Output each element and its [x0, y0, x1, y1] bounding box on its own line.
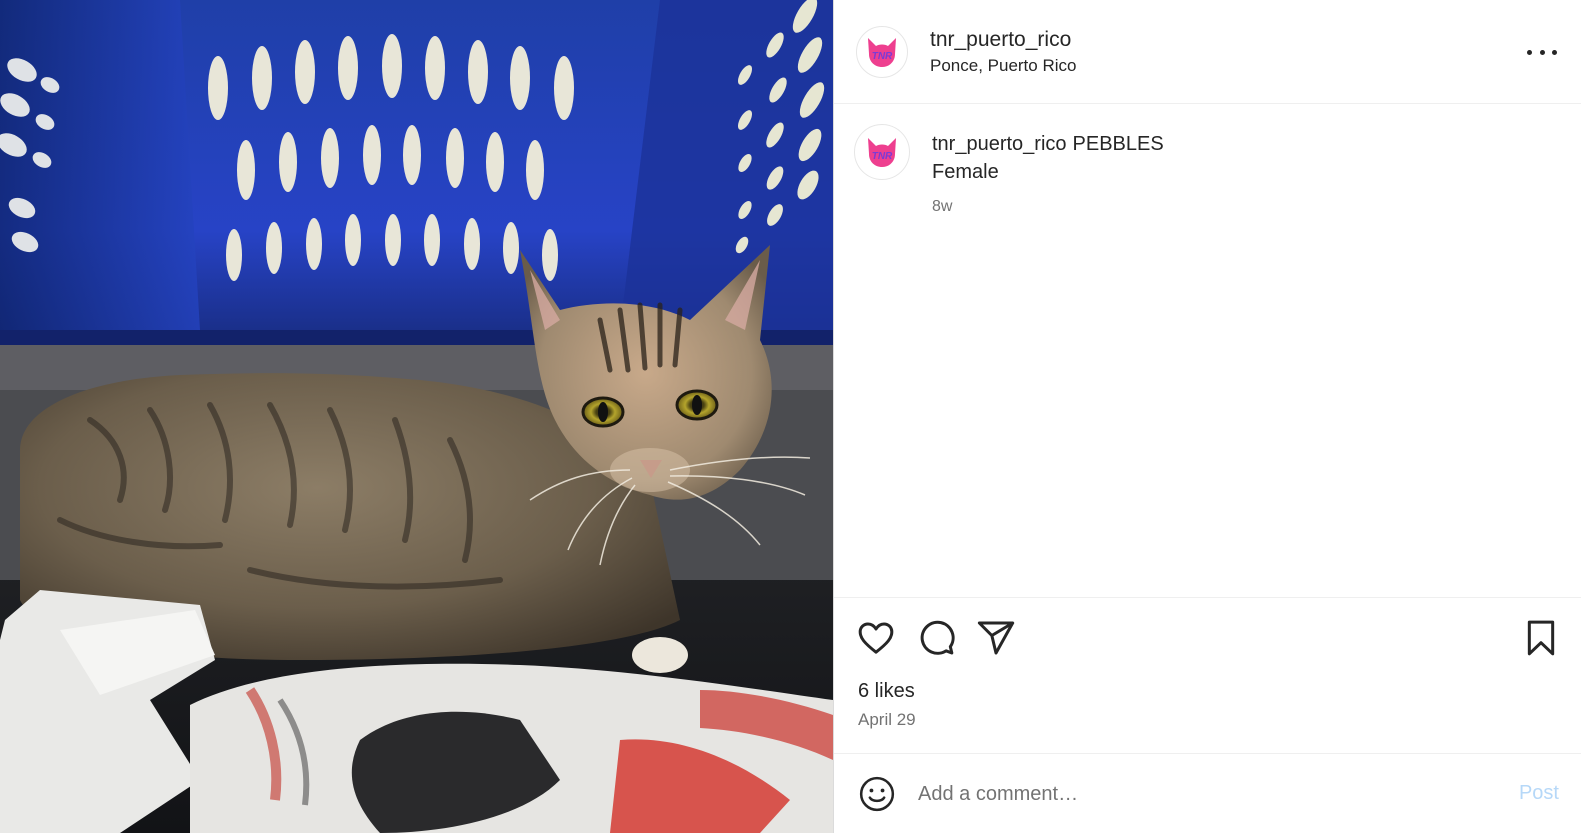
- svg-text:TNR: TNR: [872, 51, 893, 62]
- emoji-icon[interactable]: [858, 775, 896, 813]
- post-dialog: TNR tnr_puerto_rico Ponce, Puerto Rico T…: [0, 0, 1581, 833]
- post-header: TNR tnr_puerto_rico Ponce, Puerto Rico: [834, 0, 1581, 104]
- likes-count[interactable]: 6 likes: [858, 680, 915, 703]
- post-details-panel: TNR tnr_puerto_rico Ponce, Puerto Rico T…: [833, 0, 1581, 833]
- svg-text:TNR: TNR: [872, 151, 893, 162]
- caption-timestamp[interactable]: 8w: [932, 198, 1164, 216]
- cat-in-carrier-image: [0, 0, 833, 833]
- tnr-logo-icon: TNR: [868, 37, 896, 67]
- post-username[interactable]: tnr_puerto_rico: [930, 27, 1076, 53]
- tnr-logo-icon: TNR: [868, 138, 896, 167]
- caption-title: PEBBLES: [1072, 133, 1164, 155]
- comment-icon[interactable]: [916, 618, 956, 658]
- comment-bar: Post: [834, 753, 1581, 833]
- post-photo[interactable]: [0, 0, 833, 833]
- comment-input[interactable]: [916, 778, 1476, 810]
- caption-username[interactable]: tnr_puerto_rico: [932, 133, 1067, 155]
- profile-avatar[interactable]: TNR: [856, 25, 908, 78]
- caption-text: Female: [932, 161, 999, 183]
- post-location[interactable]: Ponce, Puerto Rico: [930, 56, 1076, 76]
- share-icon[interactable]: [976, 618, 1016, 658]
- post-actions: 6 likes April 29: [834, 597, 1581, 753]
- bookmark-icon[interactable]: [1521, 618, 1561, 658]
- more-options-icon[interactable]: [1527, 40, 1557, 64]
- post-comment-button[interactable]: Post: [1519, 782, 1559, 805]
- heart-icon[interactable]: [856, 618, 896, 658]
- caption-section: TNR tnr_puerto_rico PEBBLES Female 8w: [834, 104, 1581, 597]
- caption-avatar[interactable]: TNR: [854, 124, 910, 180]
- post-date: April 29: [858, 710, 916, 729]
